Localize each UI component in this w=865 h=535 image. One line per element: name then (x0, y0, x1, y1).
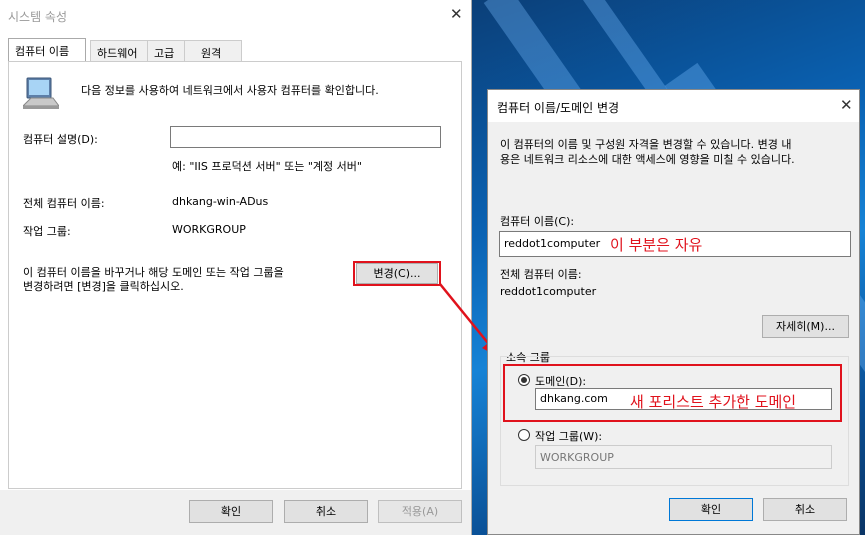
change-button[interactable]: 변경(C)... (356, 263, 438, 284)
tab-panel: 다음 정보를 사용하여 네트워크에서 사용자 컴퓨터를 확인합니다. 컴퓨터 설… (8, 61, 462, 489)
domain-radio[interactable] (518, 374, 530, 386)
ok-button[interactable]: 확인 (669, 498, 753, 521)
annotation-free-text: 이 부분은 자유 (610, 236, 703, 254)
more-button[interactable]: 자세히(M)... (762, 315, 849, 338)
description-label: 컴퓨터 설명(D): (23, 133, 98, 146)
example-text: 예: "IIS 프로덕션 서버" 또는 "계정 서버" (172, 160, 362, 173)
computer-name-label: 컴퓨터 이름(C): (500, 215, 575, 228)
system-properties-dialog: 시스템 속성 ✕ 하드웨어 고급 원격 컴퓨터 이름 다음 정보를 사용하여 네… (0, 0, 472, 535)
workgroup-radio[interactable] (518, 429, 530, 441)
apply-button[interactable]: 적용(A) (378, 500, 462, 523)
description-input[interactable] (170, 126, 441, 148)
workgroup-label: 작업 그룹: (23, 225, 71, 238)
annotation-new-forest-domain: 새 포리스트 추가한 도메인 (630, 393, 797, 411)
full-name-label: 전체 컴퓨터 이름: (23, 197, 105, 210)
close-icon[interactable]: ✕ (450, 5, 463, 23)
full-name-value: dhkang-win-ADus (172, 195, 269, 208)
intro-text-line2: 용은 네트워크 리소스에 대한 액세스에 영향을 미칠 수 있습니다. (500, 153, 795, 166)
cancel-button[interactable]: 취소 (284, 500, 368, 523)
intro-text-line1: 이 컴퓨터의 이름 및 구성원 자격을 변경할 수 있습니다. 변경 내 (500, 138, 792, 151)
computer-name-change-dialog: 컴퓨터 이름/도메인 변경 ✕ 이 컴퓨터의 이름 및 구성원 자격을 변경할 … (487, 89, 860, 535)
computer-icon (23, 77, 59, 109)
full-name-value: reddot1computer (500, 285, 597, 298)
dialog-title: 컴퓨터 이름/도메인 변경 (497, 101, 620, 115)
workgroup-label: 작업 그룹(W): (535, 430, 603, 443)
close-icon[interactable]: ✕ (840, 96, 853, 114)
tab-remote[interactable]: 원격 (184, 40, 242, 62)
workgroup-value: WORKGROUP (172, 223, 246, 236)
tab-advanced[interactable]: 고급 (147, 40, 185, 62)
full-name-label: 전체 컴퓨터 이름: (500, 268, 582, 281)
dialog-title: 시스템 속성 (8, 10, 68, 24)
tab-computer-name[interactable]: 컴퓨터 이름 (8, 38, 86, 62)
intro-text: 다음 정보를 사용하여 네트워크에서 사용자 컴퓨터를 확인합니다. (81, 84, 379, 97)
cancel-button[interactable]: 취소 (763, 498, 847, 521)
tab-hardware[interactable]: 하드웨어 (90, 40, 148, 62)
domain-label: 도메인(D): (535, 375, 587, 388)
ok-button[interactable]: 확인 (189, 500, 273, 523)
dialog-footer: 확인 취소 적용(A) (0, 490, 471, 535)
workgroup-input[interactable]: WORKGROUP (535, 445, 832, 469)
change-instructions-line2: 변경하려면 [변경]을 클릭하십시오. (23, 280, 184, 293)
